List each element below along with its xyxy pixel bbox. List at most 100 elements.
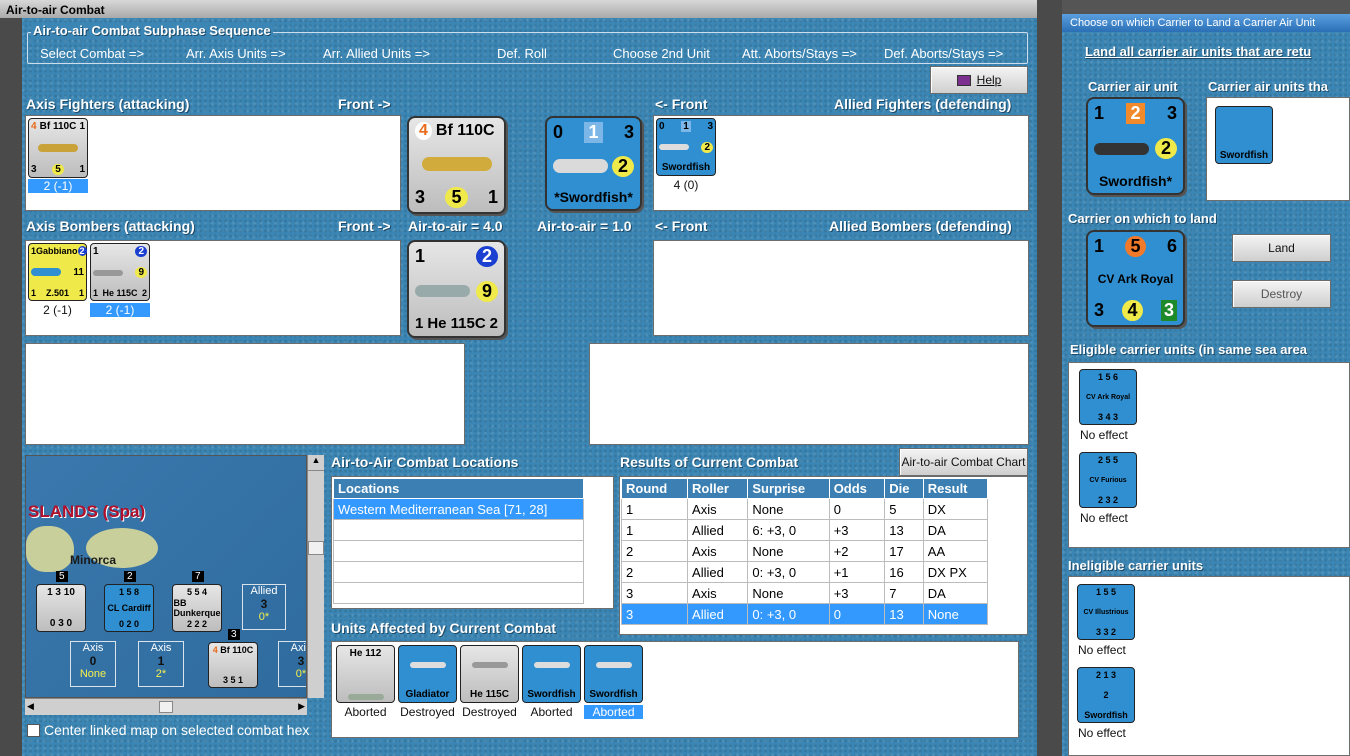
map-box-axis[interactable]: Axis 1 2*: [138, 641, 184, 687]
map-stack-count: 5: [56, 571, 68, 582]
location-empty: [333, 540, 584, 562]
affected-status: Destroyed: [462, 705, 517, 719]
counter-value: 5: [52, 164, 64, 175]
affected-unit[interactable]: He 112: [336, 645, 395, 703]
scroll-left-icon[interactable]: ◀: [27, 701, 34, 712]
counter-value: 1: [93, 288, 99, 298]
table-row[interactable]: 3 Allied 0: +3, 0 0 13 None: [620, 603, 989, 625]
counter-name: CV Ark Royal: [1097, 271, 1174, 286]
swordfish-carrier-counter[interactable]: 1 2 3 2 Swordfish*: [1086, 97, 1185, 195]
allied-front-fighter[interactable]: 013 2 *Swordfish*: [545, 116, 642, 211]
air-combat-chart-button[interactable]: Air-to-air Combat Chart: [899, 448, 1028, 476]
box-side: Axis: [82, 642, 104, 654]
map-box-axis[interactable]: Axis 0 None: [70, 641, 116, 687]
scroll-thumb[interactable]: [308, 541, 324, 555]
map-box-axis[interactable]: Axis 3 0*: [278, 641, 307, 687]
axis-fighter-counter[interactable]: 4 Bf 110C 1 351: [28, 118, 88, 178]
box-sub: 0*: [295, 668, 307, 680]
plane-icon: [409, 662, 446, 668]
seaplane-icon: [93, 269, 123, 276]
counter-value: 3: [1166, 103, 1177, 123]
ineligible-carrier[interactable]: 2 1 3 2 Swordfish: [1077, 667, 1135, 723]
map-stack-counter[interactable]: 1 5 8 CL Cardiff 0 2 0: [104, 584, 154, 632]
counter-value: 1: [93, 246, 99, 257]
axis-front-bomber[interactable]: 12 9 1 He 115C 2: [407, 240, 506, 338]
counter-value: 4: [415, 122, 432, 140]
counter-name: He 115C: [427, 315, 486, 332]
affected-status: Aborted: [584, 705, 643, 719]
counter-value: 4: [31, 121, 37, 132]
counter-value: 1: [415, 315, 424, 332]
axis-bomber-counter-he115[interactable]: 12 9 1 He 115C 2: [90, 243, 150, 301]
axis-bomber-label-z501: 2 (-1): [43, 303, 72, 317]
map-bf110-counter[interactable]: 4 Bf 110C 3 5 1: [208, 642, 258, 688]
counter-value: 2: [135, 246, 147, 257]
scroll-thumb[interactable]: [159, 701, 173, 713]
axis-bombers-title: Axis Bombers (attacking): [26, 218, 195, 234]
ark-royal-counter[interactable]: 156 CV Ark Royal 343: [1086, 230, 1185, 327]
land-button[interactable]: Land: [1232, 234, 1331, 262]
destroy-button[interactable]: Destroy: [1232, 280, 1331, 308]
right-window-frame: [1062, 0, 1350, 14]
plane-icon: [595, 662, 632, 668]
table-row[interactable]: 2 Axis None +2 17 AA: [620, 540, 989, 562]
center-map-checkbox[interactable]: [27, 724, 40, 737]
scroll-up-icon[interactable]: ▲: [308, 455, 324, 471]
counter-value: 4: [212, 645, 218, 655]
counter-name: He 115C: [102, 288, 138, 298]
window-frame-right: [1037, 0, 1062, 756]
map-box-allied[interactable]: Allied 3 0*: [242, 584, 286, 630]
axis-front-fighter[interactable]: 4 Bf 110C 351: [407, 116, 506, 214]
scroll-right-icon[interactable]: ▶: [298, 701, 305, 712]
box-num: 0: [89, 654, 97, 668]
eligible-carrier[interactable]: 1 5 6 CV Ark Royal 3 4 3: [1079, 369, 1137, 425]
axis-bombers-front: Front ->: [338, 218, 391, 234]
counter-name: BB Dunkerque: [173, 598, 221, 618]
map-scrollbar-horizontal[interactable]: ◀ ▶: [25, 698, 307, 715]
eligible-carrier[interactable]: 2 5 5 CV Furious 2 3 2: [1079, 452, 1137, 508]
results-table: Round Roller Surprise Odds Die Result 1A…: [620, 478, 989, 625]
col-odds: Odds: [828, 478, 886, 499]
seq-step-def-aborts: Def. Aborts/Stays =>: [884, 46, 1004, 61]
table-row[interactable]: 1 Allied 6: +3, 0 +3 13 DA: [620, 519, 989, 541]
plane-icon: [553, 159, 608, 173]
counter-name: CL Cardiff: [107, 603, 151, 613]
map-stack-counter[interactable]: 1 3 10 0 3 0: [36, 584, 86, 632]
table-row[interactable]: 1 Axis None 0 5 DX: [620, 498, 989, 520]
affected-unit[interactable]: Swordfish: [584, 645, 643, 703]
counter-value: 1: [78, 288, 84, 298]
table-row[interactable]: 2 Allied 0: +3, 0 +1 16 DX PX: [620, 561, 989, 583]
counter-value: 2: [1126, 103, 1145, 124]
counter-value: 2 2 2: [186, 619, 208, 629]
counter-name: Bf 110C: [39, 121, 77, 132]
allied-bombers-box: [653, 240, 1029, 336]
counter-value: 1: [1094, 103, 1105, 123]
carrier-units-head: Carrier air units tha: [1208, 79, 1328, 94]
location-item[interactable]: Western Mediterranean Sea [71, 28]: [333, 498, 584, 520]
counter-value: 3: [1160, 300, 1177, 321]
table-row[interactable]: 3 Axis None +3 7 DA: [620, 582, 989, 604]
axis-bomber-counter-z501[interactable]: 1 Gabbiano 2 11 1 Z.501 1: [28, 243, 87, 301]
counter-name: CV Ark Royal: [1085, 393, 1131, 401]
affected-unit[interactable]: Gladiator: [398, 645, 457, 703]
swordfish-small-counter[interactable]: Swordfish: [1215, 106, 1273, 164]
seaplane-icon: [415, 285, 470, 297]
help-button[interactable]: Help: [930, 66, 1028, 94]
affected-unit[interactable]: He 115C: [460, 645, 519, 703]
map-stack-counter[interactable]: 5 5 4 BB Dunkerque 2 2 2: [172, 584, 222, 632]
window-frame-left: [0, 18, 22, 756]
col-roller: Roller: [687, 478, 749, 499]
box-sub: 0*: [258, 611, 270, 623]
linked-map[interactable]: SLANDS (Spa) Minorca 5 1 3 10 0 3 0 2 1 …: [25, 455, 307, 698]
counter-value: 3: [1094, 300, 1105, 320]
affected-unit[interactable]: Swordfish: [522, 645, 581, 703]
seq-step-allied: Arr. Allied Units =>: [323, 46, 430, 61]
allied-fighter-counter[interactable]: 0 1 3 2 Swordfish: [656, 118, 716, 176]
box-sub: None: [79, 668, 107, 680]
ineligible-carrier[interactable]: 1 5 5 CV Illustrious 3 3 2: [1077, 584, 1135, 640]
col-result: Result: [922, 478, 989, 499]
map-scrollbar-vertical[interactable]: ▲: [307, 455, 324, 698]
help-label: Help: [976, 73, 1002, 87]
counter-value: 1: [79, 164, 85, 175]
island-shape: [26, 526, 74, 572]
